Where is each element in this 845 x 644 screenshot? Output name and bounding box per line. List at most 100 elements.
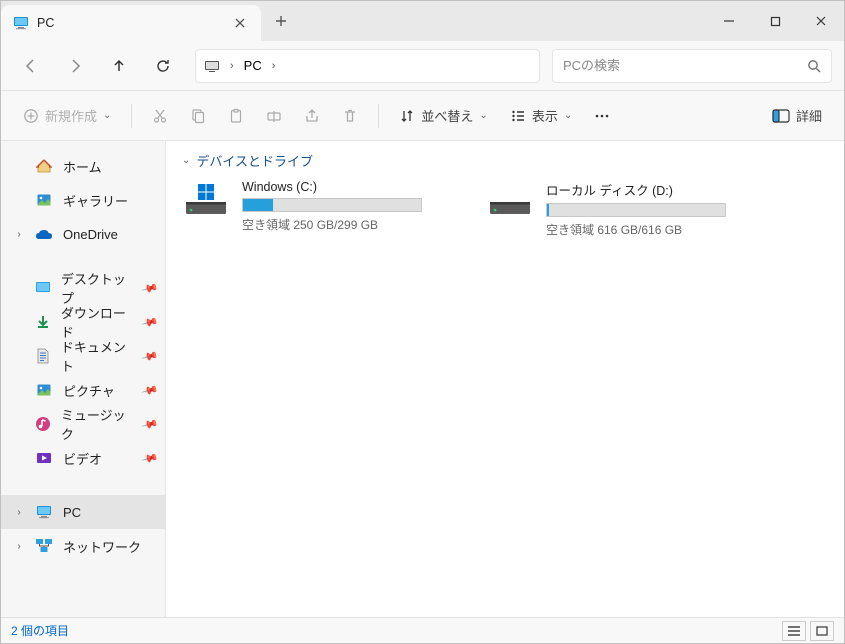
- download-icon: [34, 313, 51, 331]
- forward-button[interactable]: [55, 48, 95, 84]
- delete-button[interactable]: [334, 98, 366, 134]
- video-icon: [35, 449, 53, 467]
- pin-icon: 📌: [141, 449, 159, 467]
- divider: [378, 104, 379, 128]
- refresh-button[interactable]: [143, 48, 183, 84]
- pc-icon: [13, 15, 29, 31]
- chevron-down-icon: ⌄: [103, 110, 111, 121]
- drive-space-text: 空き領域 616 GB/616 GB: [546, 221, 766, 238]
- view-label: 表示: [532, 106, 558, 125]
- sidebar-label: ギャラリー: [63, 191, 128, 210]
- chevron-down-icon: ⌄: [564, 110, 572, 121]
- drive-usage-bar: [242, 198, 422, 212]
- chevron-down-icon: ⌄: [182, 155, 190, 166]
- pin-icon: 📌: [141, 279, 159, 297]
- sidebar-label: PC: [63, 505, 81, 520]
- chevron-down-icon: ⌄: [479, 110, 487, 121]
- minimize-button[interactable]: [706, 1, 752, 41]
- sidebar-label: ネットワーク: [63, 537, 141, 556]
- drive-icon: [182, 180, 230, 220]
- sidebar-item-pc[interactable]: › PC: [1, 495, 165, 529]
- music-icon: [34, 415, 51, 433]
- breadcrumb-pc[interactable]: PC: [244, 58, 262, 73]
- window-tab[interactable]: PC: [1, 5, 261, 41]
- pin-icon: 📌: [141, 381, 159, 399]
- onedrive-icon: [35, 225, 53, 243]
- group-title: デバイスとドライブ: [196, 151, 313, 170]
- new-tab-button[interactable]: [261, 1, 301, 41]
- sort-label: 並べ替え: [421, 106, 473, 125]
- pc-breadcrumb-icon: [204, 58, 220, 74]
- pin-icon: 📌: [141, 313, 159, 331]
- details-label: 詳細: [796, 106, 822, 125]
- more-button[interactable]: [586, 98, 618, 134]
- sidebar-item-music[interactable]: ミュージック 📌: [1, 407, 165, 441]
- drive-item[interactable]: ローカル ディスク (D:) 空き領域 616 GB/616 GB: [486, 180, 766, 238]
- toolbar: 新規作成 ⌄ 並べ替え ⌄ 表示 ⌄ 詳細: [1, 91, 844, 141]
- tab-title: PC: [37, 16, 223, 30]
- pin-icon: 📌: [141, 347, 159, 365]
- sidebar-item-onedrive[interactable]: › OneDrive: [1, 217, 165, 251]
- drive-space-text: 空き領域 250 GB/299 GB: [242, 216, 462, 233]
- icons-view-button[interactable]: [810, 621, 834, 641]
- item-count: 2 個の項目: [11, 622, 69, 639]
- status-bar: 2 個の項目: [1, 617, 844, 643]
- sidebar-item-network[interactable]: › ネットワーク: [1, 529, 165, 563]
- expand-icon[interactable]: ›: [13, 541, 25, 552]
- content-pane: ⌄ デバイスとドライブ Windows (C:) 空き領域 250 GB/299 …: [166, 141, 844, 617]
- drive-name: Windows (C:): [242, 180, 462, 194]
- back-button[interactable]: [11, 48, 51, 84]
- expand-icon[interactable]: ›: [13, 229, 25, 240]
- home-icon: [35, 157, 53, 175]
- sidebar-label: ホーム: [63, 157, 102, 176]
- up-button[interactable]: [99, 48, 139, 84]
- drives-list: Windows (C:) 空き領域 250 GB/299 GB ローカル ディスク …: [182, 180, 828, 238]
- sidebar-label: ドキュメント: [61, 337, 133, 375]
- sort-button[interactable]: 並べ替え ⌄: [391, 98, 495, 134]
- sidebar-item-gallery[interactable]: ギャラリー: [1, 183, 165, 217]
- sidebar-item-desktop[interactable]: デスクトップ 📌: [1, 271, 165, 305]
- maximize-button[interactable]: [752, 1, 798, 41]
- new-label: 新規作成: [45, 106, 97, 125]
- drive-item[interactable]: Windows (C:) 空き領域 250 GB/299 GB: [182, 180, 462, 238]
- close-tab-button[interactable]: [231, 14, 249, 32]
- copy-button[interactable]: [182, 98, 214, 134]
- sidebar-label: デスクトップ: [61, 269, 133, 307]
- pin-icon: 📌: [141, 415, 159, 433]
- address-bar[interactable]: › PC ›: [195, 49, 540, 83]
- sidebar-item-documents[interactable]: ドキュメント 📌: [1, 339, 165, 373]
- search-icon: [807, 59, 821, 73]
- sidebar-label: ダウンロード: [61, 303, 133, 341]
- navigation-pane: ホーム ギャラリー › OneDrive デスクトップ 📌 ダウンロード 📌: [1, 141, 166, 617]
- sidebar-item-home[interactable]: ホーム: [1, 149, 165, 183]
- close-window-button[interactable]: [798, 1, 844, 41]
- rename-button[interactable]: [258, 98, 290, 134]
- expand-icon[interactable]: ›: [13, 507, 25, 518]
- drive-name: ローカル ディスク (D:): [546, 180, 766, 199]
- chevron-right-icon[interactable]: ›: [272, 60, 276, 72]
- divider: [131, 104, 132, 128]
- document-icon: [34, 347, 51, 365]
- group-header[interactable]: ⌄ デバイスとドライブ: [182, 151, 828, 170]
- network-icon: [35, 537, 53, 555]
- cut-button[interactable]: [144, 98, 176, 134]
- sidebar-item-pictures[interactable]: ピクチャ 📌: [1, 373, 165, 407]
- nav-bar: › PC ›: [1, 41, 844, 91]
- chevron-right-icon: ›: [230, 60, 234, 72]
- paste-button[interactable]: [220, 98, 252, 134]
- sidebar-label: OneDrive: [63, 227, 118, 242]
- pictures-icon: [35, 381, 53, 399]
- title-bar: PC: [1, 1, 844, 41]
- search-box[interactable]: [552, 49, 832, 83]
- sidebar-item-videos[interactable]: ビデオ 📌: [1, 441, 165, 475]
- drive-usage-bar: [546, 203, 726, 217]
- share-button[interactable]: [296, 98, 328, 134]
- new-button[interactable]: 新規作成 ⌄: [15, 98, 119, 134]
- view-button[interactable]: 表示 ⌄: [502, 98, 580, 134]
- details-pane-button[interactable]: 詳細: [764, 98, 830, 134]
- search-input[interactable]: [563, 58, 807, 73]
- sidebar-item-downloads[interactable]: ダウンロード 📌: [1, 305, 165, 339]
- desktop-icon: [34, 279, 51, 297]
- details-view-button[interactable]: [782, 621, 806, 641]
- pc-icon: [35, 503, 53, 521]
